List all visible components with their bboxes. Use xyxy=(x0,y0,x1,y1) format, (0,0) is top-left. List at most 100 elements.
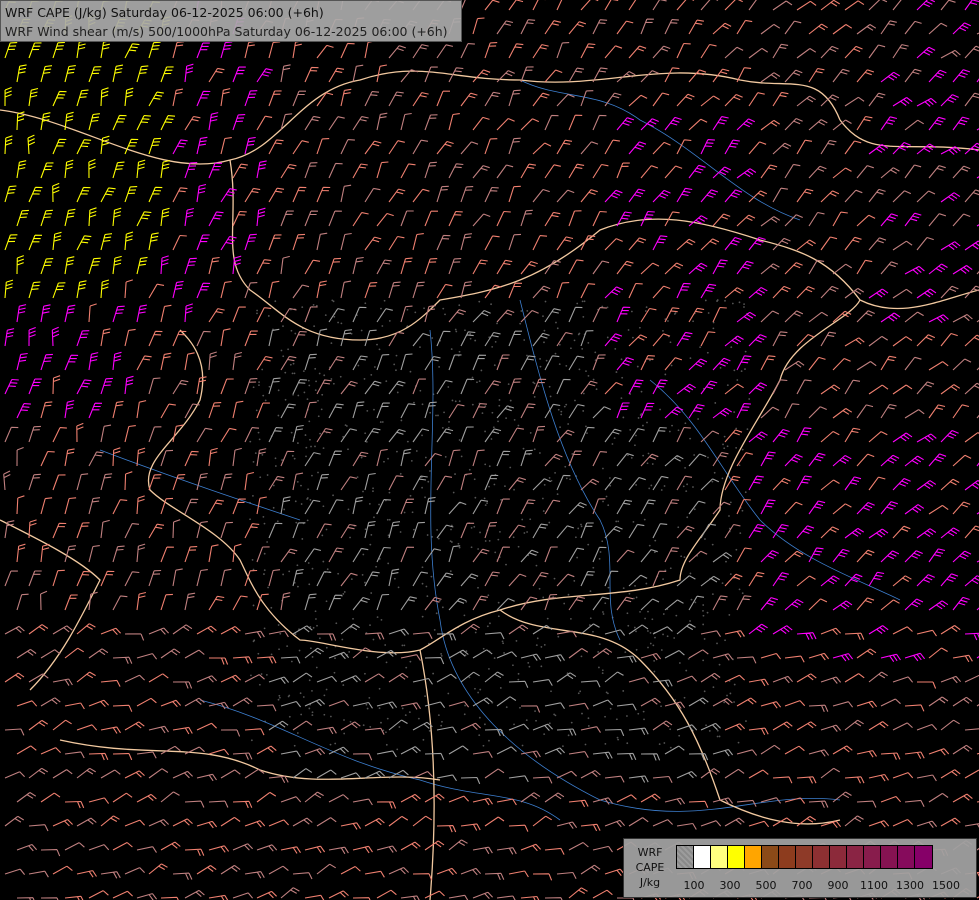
wind-barb xyxy=(508,624,529,635)
wind-barb xyxy=(112,207,122,227)
wind-barb xyxy=(160,841,181,851)
wind-barb xyxy=(148,330,163,347)
wind-barb xyxy=(124,523,140,539)
wind-barb xyxy=(652,189,671,203)
wind-barb xyxy=(28,186,43,203)
wind-barb xyxy=(268,720,289,731)
wind-barb xyxy=(16,648,37,659)
wind-barb xyxy=(88,207,97,227)
wind-barb xyxy=(160,699,182,708)
wind-barb xyxy=(448,597,467,611)
wind-barb xyxy=(472,17,485,35)
weather-map[interactable]: WRF CAPE (J/kg) Saturday 06-12-2025 06:0… xyxy=(0,0,979,900)
wind-barb xyxy=(112,545,125,563)
wind-barb xyxy=(148,768,169,779)
legend-tick-label: 900 xyxy=(827,879,849,892)
wind-barb xyxy=(88,113,100,131)
wind-barb xyxy=(268,234,282,251)
wind-barb xyxy=(592,699,613,707)
wind-barb xyxy=(472,595,489,611)
wind-barb xyxy=(220,674,241,683)
wind-barb xyxy=(424,114,438,131)
wind-barb xyxy=(28,719,48,731)
wind-barb xyxy=(16,792,37,803)
wind-barb xyxy=(640,402,655,419)
wind-barb xyxy=(520,163,536,179)
wind-barb xyxy=(604,45,623,59)
wind-barb xyxy=(784,163,801,179)
wind-barb xyxy=(616,549,635,563)
wind-barb xyxy=(928,361,949,371)
legend-swatch xyxy=(864,846,881,868)
wind-barb xyxy=(328,846,349,855)
wind-barb xyxy=(136,846,157,853)
country-border xyxy=(0,70,841,165)
wind-barb xyxy=(556,93,575,107)
wind-barb xyxy=(652,285,671,299)
wind-barb xyxy=(388,672,409,683)
wind-barb xyxy=(304,115,321,131)
wind-barb xyxy=(664,745,685,755)
wind-barb xyxy=(364,40,376,59)
wind-barb xyxy=(796,139,813,155)
wind-barb xyxy=(772,43,789,59)
wind-barb xyxy=(160,66,174,83)
wind-barb xyxy=(268,630,289,638)
wind-barb xyxy=(580,726,601,733)
wind-barb xyxy=(76,870,97,878)
wind-barb xyxy=(568,114,583,131)
wind-barb xyxy=(544,654,565,662)
wind-barb xyxy=(520,843,542,852)
wind-barb xyxy=(316,571,332,587)
wind-barb xyxy=(136,893,158,900)
wind-barb xyxy=(280,163,297,179)
wind-barb xyxy=(496,354,510,371)
wind-barb xyxy=(280,64,291,83)
wind-barb xyxy=(652,720,673,731)
wind-barb xyxy=(904,751,925,759)
wind-barb xyxy=(112,305,125,323)
wind-barb xyxy=(4,378,19,395)
wind-barb xyxy=(928,116,946,131)
wind-barb xyxy=(868,476,886,491)
wind-barb xyxy=(772,524,789,539)
wind-barb xyxy=(328,403,344,419)
wind-barb xyxy=(928,453,947,467)
wind-barb xyxy=(964,240,979,251)
wind-barb xyxy=(544,164,561,179)
wind-barb xyxy=(952,454,972,467)
wind-barb xyxy=(484,671,504,683)
wind-barb xyxy=(880,653,901,663)
wind-barb xyxy=(424,496,436,515)
wind-barb xyxy=(508,427,524,443)
wind-barb xyxy=(736,168,757,179)
wind-barb xyxy=(136,447,146,467)
wind-barb xyxy=(904,20,922,35)
wind-barb xyxy=(724,139,740,155)
wind-barb xyxy=(28,824,49,832)
wind-barb xyxy=(640,70,659,83)
legend-tick-label: 1500 xyxy=(932,879,960,892)
wind-barb xyxy=(496,450,511,467)
wind-barb xyxy=(520,705,541,713)
wind-barb xyxy=(268,328,280,347)
wind-barb xyxy=(40,747,61,755)
wind-barb xyxy=(148,186,163,203)
wind-barb xyxy=(592,114,607,131)
wind-barb xyxy=(520,118,540,131)
wind-barb xyxy=(628,282,643,299)
wind-barb xyxy=(316,769,337,779)
wind-barb xyxy=(484,186,499,203)
wind-barb xyxy=(568,450,582,467)
wind-barb xyxy=(580,330,594,347)
wind-barb xyxy=(724,630,745,638)
wind-barb xyxy=(256,546,270,563)
wind-barb xyxy=(532,285,551,299)
wind-barb xyxy=(832,600,853,611)
wind-barb xyxy=(160,115,176,131)
wind-barb xyxy=(100,871,121,879)
wind-barb xyxy=(448,163,464,179)
wind-barb xyxy=(616,306,631,323)
wind-barb xyxy=(88,797,110,804)
wind-barb xyxy=(4,328,15,347)
